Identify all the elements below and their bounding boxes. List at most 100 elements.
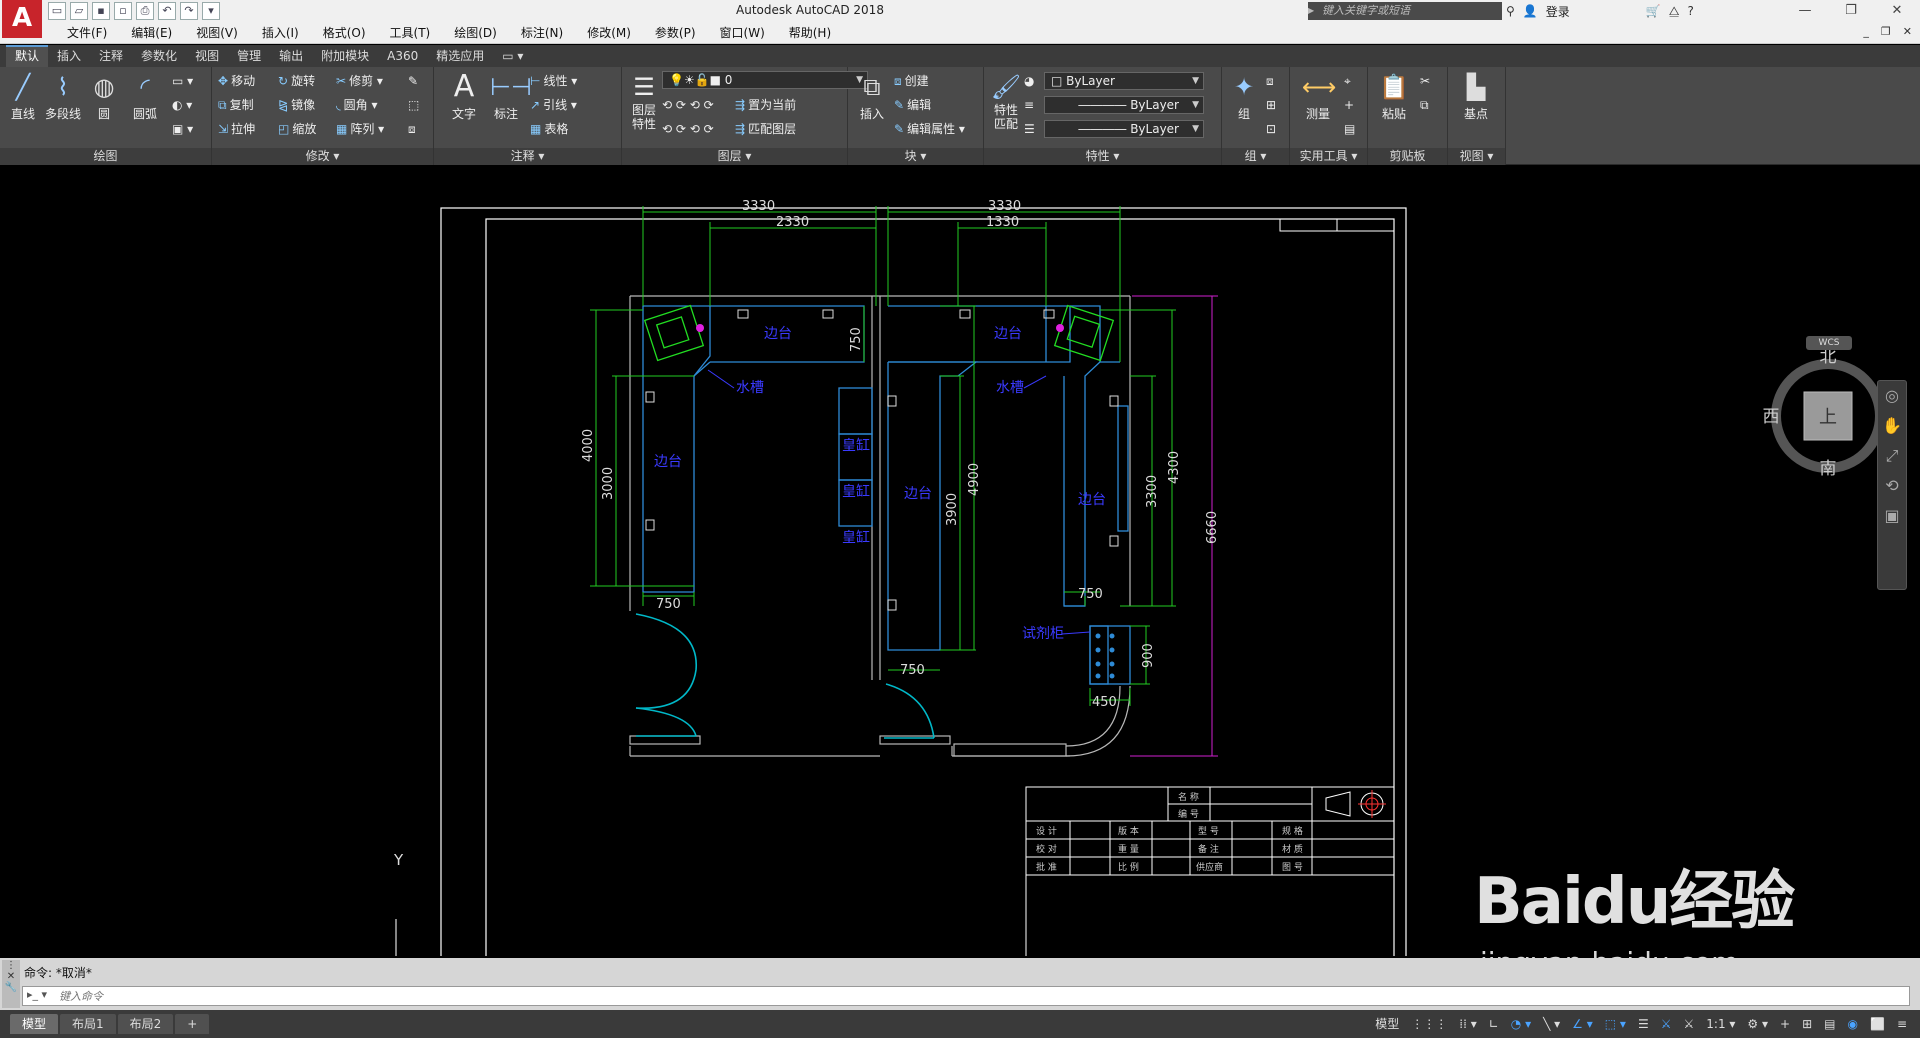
drawing-canvas[interactable]: A3 bbox=[0, 166, 1920, 979]
command-input[interactable] bbox=[23, 987, 1909, 1005]
color-wheel-icon[interactable]: ◕ bbox=[1024, 71, 1034, 91]
menu-format[interactable]: 格式(O) bbox=[311, 22, 378, 44]
menu-file[interactable]: 文件(F) bbox=[55, 22, 119, 44]
hardware-acceleration-icon[interactable]: ◉ bbox=[1845, 1014, 1861, 1034]
tab-a360[interactable]: A360 bbox=[378, 45, 427, 67]
annotation-monitor-icon[interactable]: + bbox=[1777, 1014, 1793, 1034]
group-button[interactable]: ✦ 组 bbox=[1224, 71, 1264, 122]
copy-clip-icon[interactable]: ⧉ bbox=[1420, 95, 1429, 115]
panel-draw-title[interactable]: 绘图 bbox=[0, 148, 211, 165]
copy-button[interactable]: ⧉ 复制 bbox=[218, 95, 254, 115]
rectangle-icon[interactable]: ▭ ▾ bbox=[172, 71, 193, 91]
offset-icon[interactable]: ⧈ bbox=[408, 119, 416, 139]
explode-icon[interactable]: ⬚ bbox=[408, 95, 419, 115]
array-button[interactable]: ▦ 阵列 ▾ bbox=[336, 119, 384, 139]
menu-dimension[interactable]: 标注(N) bbox=[509, 22, 575, 44]
measure-button[interactable]: ⟷ 测量 bbox=[1298, 71, 1338, 122]
login-button[interactable]: 登录 bbox=[1546, 3, 1570, 20]
line-button[interactable]: ╱ 直线 bbox=[3, 71, 43, 122]
tab-manage[interactable]: 管理 bbox=[228, 45, 270, 67]
tab-default[interactable]: 默认 bbox=[6, 45, 49, 67]
search-input[interactable]: 键入关键字或短语 bbox=[1316, 2, 1502, 20]
menu-window[interactable]: 窗口(W) bbox=[708, 22, 777, 44]
match-layer-button[interactable]: ⇶ 匹配图层 bbox=[735, 119, 796, 139]
model-space-button[interactable]: 模型 bbox=[1372, 1014, 1402, 1034]
tab-insert[interactable]: 插入 bbox=[48, 45, 90, 67]
group-select-icon[interactable]: ⊡ bbox=[1266, 119, 1276, 139]
orbit-icon[interactable]: ⟲ bbox=[1878, 471, 1906, 501]
panel-modify-title[interactable]: 修改 ▾ bbox=[212, 148, 433, 165]
command-prompt-icon[interactable]: ▸_ ▾ bbox=[27, 988, 47, 1001]
stretch-button[interactable]: ⇲ 拉伸 bbox=[218, 119, 255, 139]
lineweight-icon[interactable]: ☰ bbox=[1024, 119, 1035, 139]
menu-draw[interactable]: 绘图(D) bbox=[442, 22, 509, 44]
base-view-button[interactable]: ▙ 基点 bbox=[1456, 71, 1496, 122]
binoculars-icon[interactable]: ⚲ bbox=[1506, 4, 1515, 18]
help-icon[interactable]: ? bbox=[1687, 4, 1693, 18]
circle-button[interactable]: ◍ 圆 bbox=[84, 71, 124, 122]
doc-close-icon[interactable]: ✕ bbox=[1903, 25, 1912, 38]
cut-icon[interactable]: ✂ bbox=[1420, 71, 1430, 91]
linetype-icon[interactable]: ≡ bbox=[1024, 95, 1034, 115]
restore-button[interactable]: ❐ bbox=[1828, 0, 1874, 22]
tab-output[interactable]: 输出 bbox=[270, 45, 312, 67]
polar-icon[interactable]: ◔ ▾ bbox=[1508, 1014, 1534, 1034]
fillet-button[interactable]: ◟ 圆角 ▾ bbox=[336, 95, 378, 115]
layer-tools-row2[interactable]: ⟲ ⟳ ⟲ ⟳ bbox=[662, 119, 714, 139]
pan-icon[interactable]: ✋ bbox=[1878, 411, 1906, 441]
layer-properties-button[interactable]: ☰ 图层特性 bbox=[624, 71, 664, 131]
tab-featured-apps[interactable]: 精选应用 bbox=[427, 45, 493, 67]
rotate-button[interactable]: ↻ 旋转 bbox=[278, 71, 315, 91]
menu-modify[interactable]: 修改(M) bbox=[575, 22, 643, 44]
doc-minimize-icon[interactable]: _ bbox=[1863, 25, 1869, 38]
hatch-icon[interactable]: ◐ ▾ bbox=[172, 95, 192, 115]
calculator-icon[interactable]: ▤ bbox=[1344, 119, 1355, 139]
annotation-visibility-icon[interactable]: ⚔ bbox=[1658, 1014, 1675, 1034]
steering-wheel-icon[interactable]: ◎ bbox=[1878, 381, 1906, 411]
quick-properties-icon[interactable]: ▤ bbox=[1821, 1014, 1838, 1034]
tab-view[interactable]: 视图 bbox=[186, 45, 228, 67]
user-icon[interactable]: 👤 bbox=[1523, 4, 1538, 18]
lineweight-toggle-icon[interactable]: ☰ bbox=[1635, 1014, 1652, 1034]
arc-button[interactable]: ◜ 圆弧 bbox=[125, 71, 165, 122]
edit-attributes-button[interactable]: ✎ 编辑属性 ▾ bbox=[894, 119, 965, 139]
group-edit-icon[interactable]: ⊞ bbox=[1266, 95, 1276, 115]
lineweight-dropdown[interactable]: ―――― ByLayer ▼ bbox=[1044, 120, 1204, 138]
wcs-menu[interactable]: WCS bbox=[1806, 336, 1852, 350]
customization-icon[interactable]: ≡ bbox=[1894, 1014, 1910, 1034]
tab-annotate[interactable]: 注释 bbox=[90, 45, 132, 67]
menu-edit[interactable]: 编辑(E) bbox=[119, 22, 184, 44]
panel-block-title[interactable]: 块 ▾ bbox=[848, 148, 983, 165]
cart-icon[interactable]: 🛒 bbox=[1646, 4, 1661, 18]
minimize-button[interactable]: — bbox=[1782, 0, 1828, 22]
table-button[interactable]: ▦ 表格 bbox=[530, 119, 568, 139]
create-block-button[interactable]: ⧈ 创建 bbox=[894, 71, 929, 91]
panel-utilities-title[interactable]: 实用工具 ▾ bbox=[1290, 148, 1367, 165]
layer-dropdown[interactable]: 💡☀🔓■ 0 ▼ bbox=[662, 71, 868, 89]
menu-help[interactable]: 帮助(H) bbox=[777, 22, 843, 44]
auto-scale-icon[interactable]: ⚔ bbox=[1681, 1014, 1698, 1034]
showmotion-icon[interactable]: ▣ bbox=[1878, 501, 1906, 531]
trim-button[interactable]: ✂ 修剪 ▾ bbox=[336, 71, 383, 91]
workspace-gear-icon[interactable]: ⚙ ▾ bbox=[1744, 1014, 1771, 1034]
point-icon[interactable]: + bbox=[1344, 95, 1354, 115]
compass-south[interactable]: 南 bbox=[1820, 459, 1837, 476]
panel-properties-title[interactable]: 特性 ▾ bbox=[984, 148, 1221, 165]
close-button[interactable]: ✕ bbox=[1874, 0, 1920, 22]
panel-clipboard-title[interactable]: 剪贴板 bbox=[1368, 148, 1447, 165]
isodraft-icon[interactable]: ╲ ▾ bbox=[1540, 1014, 1563, 1034]
compass-north[interactable]: 北 bbox=[1820, 347, 1837, 367]
paste-button[interactable]: 📋 粘贴 bbox=[1374, 71, 1414, 122]
linear-button[interactable]: ⊢ 线性 ▾ bbox=[530, 71, 577, 91]
match-properties-button[interactable]: 🖌 特性匹配 bbox=[986, 71, 1026, 131]
menu-insert[interactable]: 插入(I) bbox=[250, 22, 311, 44]
insert-block-button[interactable]: ⧉ 插入 bbox=[852, 71, 892, 122]
menu-view[interactable]: 视图(V) bbox=[184, 22, 250, 44]
dimension-button[interactable]: ⊢⊣ 标注 bbox=[486, 71, 532, 122]
scale-button[interactable]: ◰ 缩放 bbox=[278, 119, 316, 139]
polyline-button[interactable]: ⌇ 多段线 bbox=[43, 71, 83, 122]
menu-tools[interactable]: 工具(T) bbox=[378, 22, 443, 44]
command-line-handle[interactable]: ⋮ ✕ 🔧 bbox=[2, 960, 20, 1008]
tab-layout2[interactable]: 布局2 bbox=[117, 1014, 174, 1034]
set-current-button[interactable]: ⇶ 置为当前 bbox=[735, 95, 796, 115]
